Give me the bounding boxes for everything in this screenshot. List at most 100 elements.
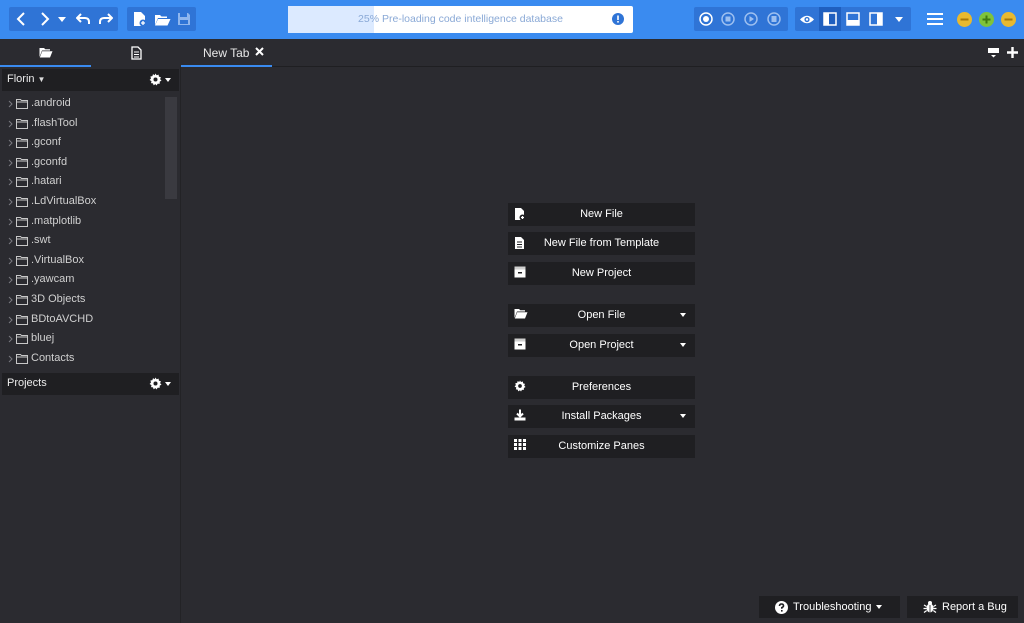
chevron-right-icon[interactable] <box>8 335 13 343</box>
tab-places[interactable] <box>0 39 91 67</box>
progress-text: 25% Pre-loading code intelligence databa… <box>358 13 563 25</box>
tree-item-label: bluej <box>31 332 55 345</box>
chevron-right-icon[interactable] <box>8 218 13 226</box>
troubleshooting-button[interactable]: Troubleshooting <box>759 596 900 618</box>
new-file-label: New File <box>580 208 623 220</box>
minimize-window-button[interactable] <box>956 11 972 27</box>
places-settings-button[interactable] <box>149 73 171 86</box>
record-macro-button[interactable] <box>696 7 716 31</box>
caret-down-icon[interactable] <box>680 313 686 317</box>
tab-list-icon <box>987 47 1000 58</box>
toggle-bottom-pane-button[interactable] <box>842 7 864 31</box>
caret-down-icon[interactable] <box>680 343 686 347</box>
open-project-button[interactable]: Open Project <box>508 334 695 357</box>
gear-icon <box>149 377 162 390</box>
chevron-left-icon <box>16 12 26 26</box>
tree-item-gconf[interactable]: .gconf <box>0 134 160 153</box>
save-icon <box>177 12 191 26</box>
tree-item-matplotlib[interactable]: .matplotlib <box>0 213 160 232</box>
tree-item-label: .android <box>31 97 71 109</box>
folder-icon <box>16 99 28 109</box>
tree-item-flashtool[interactable]: .flashTool <box>0 115 160 134</box>
redo-button[interactable] <box>96 7 116 31</box>
tree-item-bluej[interactable]: bluej <box>0 330 160 349</box>
play-macro-button[interactable] <box>741 7 761 31</box>
navigation-group <box>9 7 118 31</box>
chevron-right-icon[interactable] <box>8 316 13 324</box>
tree-item-virtualbox[interactable]: .VirtualBox <box>0 252 160 271</box>
toggle-left-pane-button[interactable] <box>819 7 841 31</box>
preferences-button[interactable]: Preferences <box>508 376 695 399</box>
close-tab-icon[interactable] <box>255 47 264 56</box>
open-project-label: Open Project <box>569 339 634 351</box>
projects-header[interactable]: Projects <box>2 373 179 395</box>
chevron-right-icon[interactable] <box>8 276 13 284</box>
customize-panes-button[interactable]: Customize Panes <box>508 435 695 458</box>
caret-down-icon[interactable] <box>680 414 686 418</box>
maximize-window-button[interactable] <box>978 11 994 27</box>
tree-item-label: .gconfd <box>31 155 68 168</box>
save-macro-button[interactable] <box>764 7 784 31</box>
places-header[interactable]: Florin ▼ <box>2 69 179 91</box>
install-packages-button[interactable]: Install Packages <box>508 405 695 428</box>
tab-new-tab[interactable]: New Tab <box>181 39 272 67</box>
tree-item-yawcam[interactable]: .yawcam <box>0 271 160 290</box>
tree-item-hatari[interactable]: .hatari <box>0 173 160 192</box>
places-scrollbar[interactable] <box>165 97 177 199</box>
places-title: Florin <box>7 73 35 85</box>
places-root[interactable]: Florin ▼ <box>7 73 45 85</box>
folder-open-icon <box>39 47 53 58</box>
back-button[interactable] <box>11 7 31 31</box>
plus-icon <box>1007 47 1018 58</box>
new-file-from-template-button[interactable]: New File from Template <box>508 232 695 255</box>
info-icon[interactable] <box>612 13 624 25</box>
new-file-button[interactable] <box>129 7 150 31</box>
forward-button[interactable] <box>35 7 55 31</box>
report-bug-button[interactable]: Report a Bug <box>907 596 1018 618</box>
chevron-right-icon[interactable] <box>8 100 13 108</box>
help-icon <box>775 600 788 614</box>
new-tab-button[interactable] <box>1007 47 1018 58</box>
open-file-button[interactable] <box>151 7 173 31</box>
progress-notification[interactable]: 25% Pre-loading code intelligence databa… <box>288 6 633 33</box>
open-file-button[interactable]: Open File <box>508 304 695 327</box>
tree-item-label: 3D Objects <box>31 293 86 305</box>
tree-item-android[interactable]: .android <box>0 95 160 114</box>
caret-down-icon <box>58 16 66 22</box>
chevron-right-icon[interactable] <box>8 257 13 265</box>
left-pane-tabs <box>0 39 181 67</box>
main-menu-button[interactable] <box>924 7 946 31</box>
tree-item-label: .matplotlib <box>31 214 82 227</box>
folder-icon <box>16 177 28 188</box>
tree-item-3d-objects[interactable]: 3D Objects <box>0 291 160 310</box>
history-dropdown-button[interactable] <box>55 7 69 31</box>
undo-button[interactable] <box>73 7 93 31</box>
chevron-right-icon[interactable] <box>8 178 13 186</box>
chevron-right-icon[interactable] <box>8 355 13 363</box>
chevron-right-icon[interactable] <box>8 237 13 245</box>
chevron-right-icon[interactable] <box>8 139 13 147</box>
tree-item-contacts[interactable]: Contacts <box>0 350 160 369</box>
projects-settings-button[interactable] <box>149 377 171 390</box>
stop-macro-button[interactable] <box>718 7 738 31</box>
tree-item-swt[interactable]: .swt <box>0 232 160 251</box>
tree-item-bdtoavchd[interactable]: BDtoAVCHD <box>0 311 160 330</box>
chevron-right-icon[interactable] <box>8 120 13 128</box>
tab-list-button[interactable] <box>987 47 1000 58</box>
undo-icon <box>76 13 90 25</box>
tree-item-ldvirtualbox[interactable]: .LdVirtualBox <box>0 193 160 212</box>
new-project-button[interactable]: New Project <box>508 262 695 285</box>
folder-icon <box>16 314 28 325</box>
chevron-right-icon[interactable] <box>8 159 13 167</box>
new-file-button[interactable]: New File <box>508 203 695 226</box>
right-pane-icon <box>869 12 883 26</box>
layout-dropdown-button[interactable] <box>891 7 907 31</box>
tree-item-gconfd[interactable]: .gconfd <box>0 154 160 173</box>
focus-mode-button[interactable] <box>796 7 818 31</box>
chevron-right-icon[interactable] <box>8 296 13 304</box>
close-window-button[interactable] <box>1000 11 1016 27</box>
chevron-right-icon[interactable] <box>8 198 13 206</box>
toggle-right-pane-button[interactable] <box>865 7 887 31</box>
tab-code-browser[interactable] <box>91 39 181 67</box>
save-button[interactable] <box>174 7 194 31</box>
